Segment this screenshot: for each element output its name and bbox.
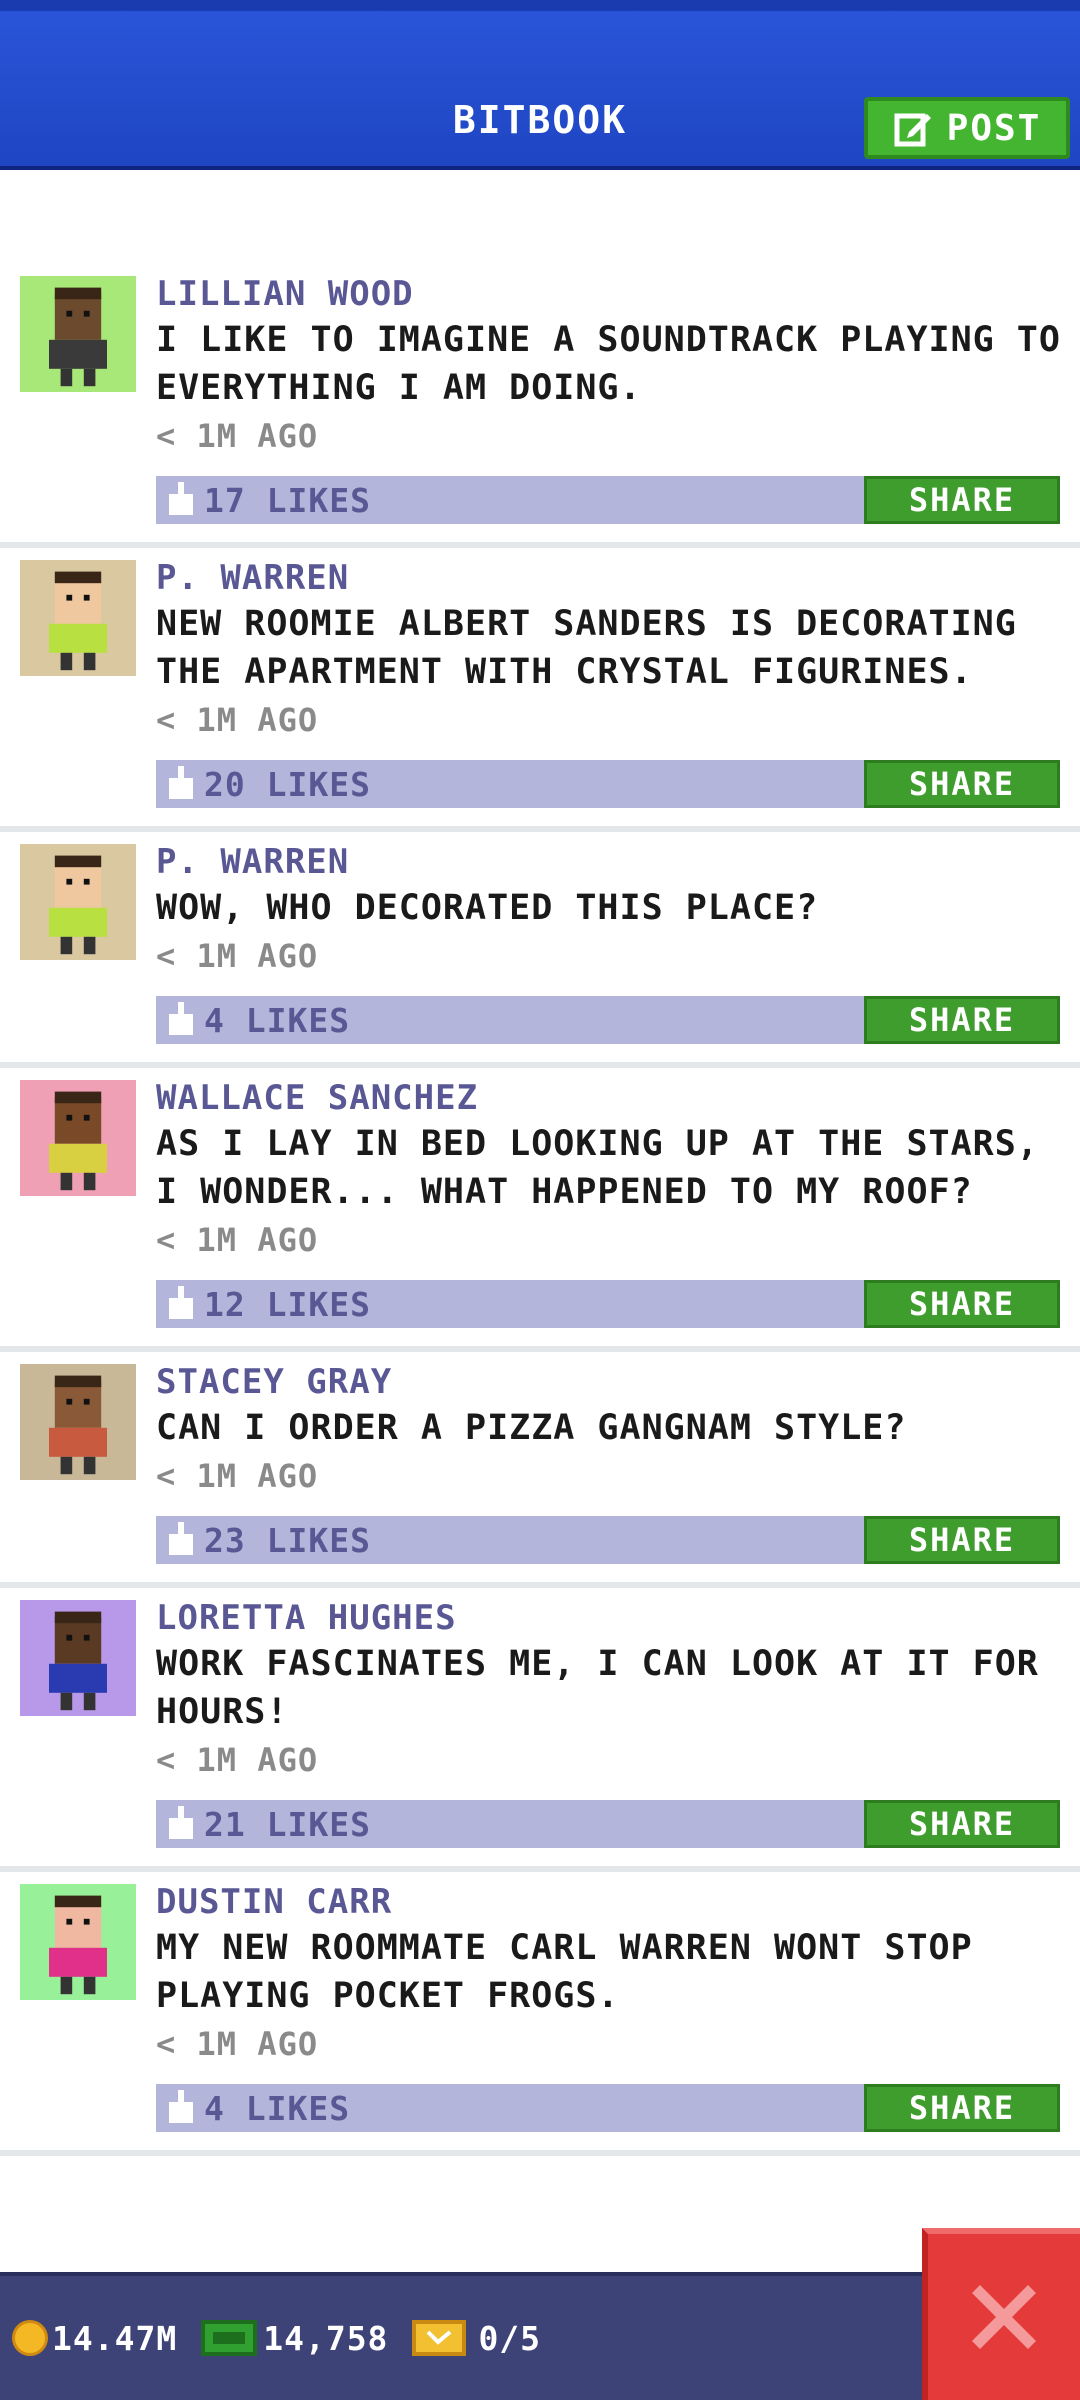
post-author[interactable]: LORETTA HUGHES xyxy=(156,1596,1066,1640)
thumbs-up-icon xyxy=(169,1286,193,1319)
avatar[interactable] xyxy=(20,276,136,392)
status-bar: 14.47M 14,758 0/5 xyxy=(0,2272,1080,2400)
ticket-icon xyxy=(412,2320,467,2356)
share-button[interactable]: SHARE xyxy=(864,760,1060,808)
post-author[interactable]: STACEY GRAY xyxy=(156,1360,1066,1404)
post-author[interactable]: LILLIAN WOOD xyxy=(156,272,1066,316)
post-author[interactable]: P. WARREN xyxy=(156,556,1066,600)
share-button[interactable]: SHARE xyxy=(864,1800,1060,1848)
avatar[interactable] xyxy=(20,560,136,676)
edit-icon xyxy=(894,113,931,147)
thumbs-up-icon xyxy=(169,482,193,515)
likes-bar: 23 LIKES SHARE xyxy=(156,1516,1060,1564)
coin-icon xyxy=(12,2320,48,2356)
post-text: NEW ROOMIE ALBERT SANDERS IS DECORATING … xyxy=(156,604,1017,692)
tickets-value: 0/5 xyxy=(478,2318,542,2358)
avatar[interactable] xyxy=(20,1364,136,1480)
likes-count: 21 LIKES xyxy=(204,1804,371,1844)
post-text: WOW, WHO DECORATED THIS PLACE? xyxy=(156,888,819,928)
tickets-stat: 0/5 xyxy=(412,2319,541,2358)
likes-bar: 20 LIKES SHARE xyxy=(156,760,1060,808)
thumbs-up-icon xyxy=(169,1522,193,1555)
avatar[interactable] xyxy=(20,844,136,960)
close-icon xyxy=(972,2285,1036,2349)
share-button[interactable]: SHARE xyxy=(864,996,1060,1044)
feed-post: WALLACE SANCHEZ AS I LAY IN BED LOOKING … xyxy=(0,1068,1080,1352)
feed-post: DUSTIN CARR MY NEW ROOMMATE CARL WARREN … xyxy=(0,1872,1080,2156)
thumbs-up-icon xyxy=(169,2090,193,2123)
share-button[interactable]: SHARE xyxy=(864,2084,1060,2132)
post-time: < 1M AGO xyxy=(156,701,319,739)
coins-value: 14.47M xyxy=(52,2318,178,2358)
post-author[interactable]: P. WARREN xyxy=(156,840,1066,884)
cash-icon xyxy=(201,2320,258,2356)
avatar[interactable] xyxy=(20,1884,136,2000)
thumbs-up-icon xyxy=(169,1002,193,1035)
post-button-label: POST xyxy=(946,107,1042,149)
share-button[interactable]: SHARE xyxy=(864,476,1060,524)
likes-bar: 12 LIKES SHARE xyxy=(156,1280,1060,1328)
likes-count: 4 LIKES xyxy=(204,1000,351,1040)
likes-count: 17 LIKES xyxy=(204,480,371,520)
post-text: WORK FASCINATES ME, I CAN LOOK AT IT FOR… xyxy=(156,1644,1039,1732)
post-time: < 1M AGO xyxy=(156,1741,319,1779)
cash-stat: 14,758 xyxy=(201,2319,388,2358)
post-time: < 1M AGO xyxy=(156,417,319,455)
post-button[interactable]: POST xyxy=(864,97,1070,159)
avatar[interactable] xyxy=(20,1600,136,1716)
likes-bar: 4 LIKES SHARE xyxy=(156,996,1060,1044)
feed-post: STACEY GRAY CAN I ORDER A PIZZA GANGNAM … xyxy=(0,1352,1080,1588)
coins-stat: 14.47M xyxy=(12,2319,177,2358)
thumbs-up-icon xyxy=(169,1806,193,1839)
post-text: AS I LAY IN BED LOOKING UP AT THE STARS,… xyxy=(156,1124,1039,1212)
post-author[interactable]: WALLACE SANCHEZ xyxy=(156,1076,1066,1120)
top-bar: BITBOOK POST xyxy=(0,0,1080,170)
share-button[interactable]: SHARE xyxy=(864,1516,1060,1564)
cash-value: 14,758 xyxy=(263,2318,389,2358)
post-time: < 1M AGO xyxy=(156,937,319,975)
feed-post: LILLIAN WOOD I LIKE TO IMAGINE A SOUNDTR… xyxy=(0,264,1080,548)
feed-list[interactable]: LILLIAN WOOD I LIKE TO IMAGINE A SOUNDTR… xyxy=(0,264,1080,2156)
feed-post: P. WARREN WOW, WHO DECORATED THIS PLACE?… xyxy=(0,832,1080,1068)
post-time: < 1M AGO xyxy=(156,1457,319,1495)
close-button[interactable] xyxy=(922,2228,1080,2400)
likes-count: 12 LIKES xyxy=(204,1284,371,1324)
post-time: < 1M AGO xyxy=(156,2025,319,2063)
likes-bar: 4 LIKES SHARE xyxy=(156,2084,1060,2132)
likes-bar: 21 LIKES SHARE xyxy=(156,1800,1060,1848)
likes-count: 4 LIKES xyxy=(204,2088,351,2128)
likes-bar: 17 LIKES SHARE xyxy=(156,476,1060,524)
avatar[interactable] xyxy=(20,1080,136,1196)
post-text: I LIKE TO IMAGINE A SOUNDTRACK PLAYING T… xyxy=(156,320,1061,408)
feed-post: P. WARREN NEW ROOMIE ALBERT SANDERS IS D… xyxy=(0,548,1080,832)
post-author[interactable]: DUSTIN CARR xyxy=(156,1880,1066,1924)
post-text: MY NEW ROOMMATE CARL WARREN WONT STOP PL… xyxy=(156,1928,973,2016)
share-button[interactable]: SHARE xyxy=(864,1280,1060,1328)
post-time: < 1M AGO xyxy=(156,1221,319,1259)
thumbs-up-icon xyxy=(169,766,193,799)
likes-count: 23 LIKES xyxy=(204,1520,371,1560)
post-text: CAN I ORDER A PIZZA GANGNAM STYLE? xyxy=(156,1408,907,1448)
feed-post: LORETTA HUGHES WORK FASCINATES ME, I CAN… xyxy=(0,1588,1080,1872)
likes-count: 20 LIKES xyxy=(204,764,371,804)
